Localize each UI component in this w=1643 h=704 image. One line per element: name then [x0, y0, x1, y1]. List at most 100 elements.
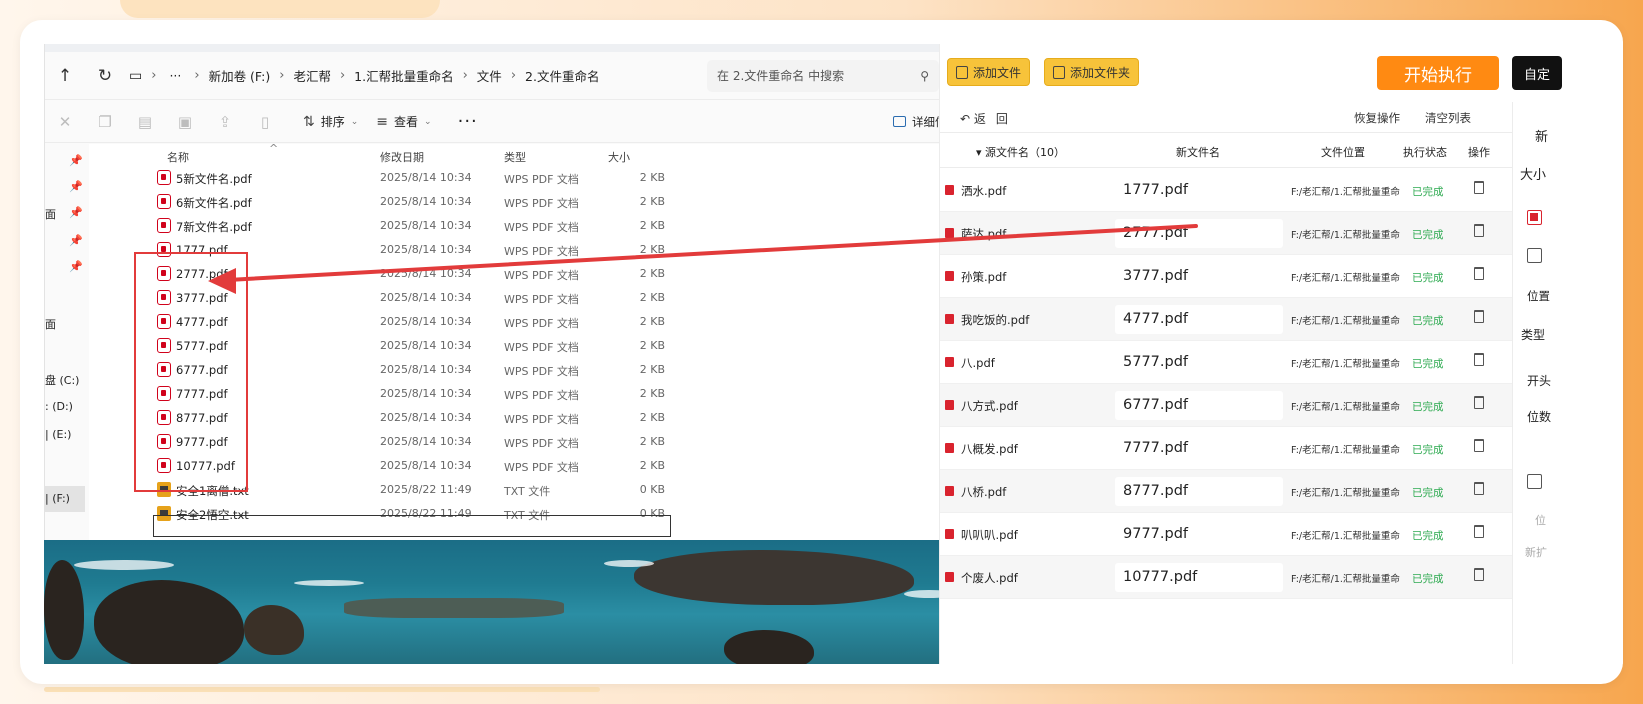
new-file-name-input[interactable]: 4777.pdf [1115, 305, 1283, 334]
file-row[interactable]: 5新文件名.pdf 2025/8/14 10:34 WPS PDF 文档 2 KB [89, 166, 979, 190]
new-file-name-input[interactable]: 6777.pdf [1115, 391, 1283, 420]
column-header-size[interactable]: 大小 [608, 149, 630, 165]
trash-icon[interactable] [1474, 439, 1484, 452]
source-file-name: 洒水.pdf [961, 184, 1007, 198]
breadcrumb-item[interactable]: 老汇帮 [293, 66, 331, 85]
file-row[interactable]: 6新文件名.pdf 2025/8/14 10:34 WPS PDF 文档 2 KB [89, 190, 979, 214]
custom-button[interactable]: 自定 [1512, 56, 1562, 90]
share-icon[interactable]: ⇪ [205, 113, 245, 131]
add-files-button[interactable]: 添加文件 [947, 58, 1031, 86]
rename-row[interactable]: 洒水.pdf 1777.pdf F:/老汇帮/1.汇帮批量重命 已完成 [940, 169, 1512, 212]
sort-caret-icon: ^ [269, 142, 279, 155]
breadcrumb-overflow[interactable]: ··· [169, 68, 181, 83]
side-checkbox[interactable] [1527, 248, 1542, 263]
copy-icon[interactable]: ❐ [85, 113, 125, 131]
file-row[interactable]: 7新文件名.pdf 2025/8/14 10:34 WPS PDF 文档 2 KB [89, 214, 979, 238]
source-file-name: 叭叭叭.pdf [961, 528, 1018, 542]
new-file-name-input[interactable]: 3777.pdf [1115, 262, 1283, 291]
pdf-file-icon [945, 486, 954, 496]
selected-row-outline [153, 515, 671, 537]
file-size: 2 KB [639, 363, 665, 376]
trash-icon[interactable] [1474, 568, 1484, 581]
file-path: F:/老汇帮/1.汇帮批量重命 [1291, 359, 1400, 370]
cut-icon[interactable]: ✕ [45, 113, 85, 131]
delete-icon[interactable]: ▯ [245, 113, 285, 131]
refresh-icon[interactable]: ↻ [85, 66, 125, 86]
file-type: WPS PDF 文档 [504, 245, 579, 258]
side-checkbox[interactable] [1527, 474, 1542, 489]
clear-list-button[interactable]: 清空列表 [1425, 110, 1471, 126]
breadcrumb[interactable]: ▭ › ··· › 新加卷 (F:) › 老汇帮 › 1.汇帮批量重命名 › 文… [129, 59, 695, 93]
source-file-name: 八桥.pdf [961, 485, 1007, 499]
rename-row[interactable]: 叭叭叭.pdf 9777.pdf F:/老汇帮/1.汇帮批量重命 已完成 [940, 513, 1512, 556]
explorer-toolbar: ✕ ❐ ▤ ▣ ⇪ ▯ ⇅ 排序 ⌄ ≡ 查看 ⌄ ··· 详细信息 [45, 101, 979, 143]
sidebar-item-drive-d[interactable]: : (D:) [45, 400, 73, 413]
rename-row[interactable]: 八方式.pdf 6777.pdf F:/老汇帮/1.汇帮批量重命 已完成 [940, 384, 1512, 427]
rename-row[interactable]: 八概发.pdf 7777.pdf F:/老汇帮/1.汇帮批量重命 已完成 [940, 427, 1512, 470]
file-size: 2 KB [639, 195, 665, 208]
sidebar-item[interactable]: 面 [45, 316, 56, 332]
new-file-name-input[interactable]: 1777.pdf [1115, 176, 1283, 205]
rename-row[interactable]: 八.pdf 5777.pdf F:/老汇帮/1.汇帮批量重命 已完成 [940, 341, 1512, 384]
sidebar-item-drive-f[interactable]: | (F:) [45, 486, 85, 512]
search-input[interactable]: 在 2.文件重命名 中搜索 ⚲ [707, 59, 939, 92]
chevron-right-icon: › [462, 68, 468, 83]
redo-button[interactable]: 回 [996, 110, 1008, 127]
file-date: 2025/8/14 10:34 [380, 291, 472, 304]
trash-icon[interactable] [1474, 353, 1484, 366]
trash-icon[interactable] [1474, 310, 1484, 323]
start-execute-button[interactable]: 开始执行 [1377, 56, 1499, 90]
breadcrumb-item[interactable]: 文件 [477, 66, 502, 85]
rename-row[interactable]: 个废人.pdf 10777.pdf F:/老汇帮/1.汇帮批量重命 已完成 [940, 556, 1512, 599]
trash-icon[interactable] [1474, 267, 1484, 280]
more-options-button[interactable]: ··· [458, 111, 478, 132]
status-badge: 已完成 [1412, 401, 1444, 413]
pin-icon[interactable]: 📌 [69, 154, 83, 167]
rename-row[interactable]: 八桥.pdf 8777.pdf F:/老汇帮/1.汇帮批量重命 已完成 [940, 470, 1512, 513]
pin-icon[interactable]: 📌 [69, 180, 83, 193]
new-file-name-input[interactable]: 7777.pdf [1115, 434, 1283, 463]
new-file-name-input[interactable]: 9777.pdf [1115, 520, 1283, 549]
side-hint: 位 [1535, 514, 1546, 527]
new-file-name-input[interactable]: 2777.pdf [1115, 219, 1283, 248]
breadcrumb-item[interactable]: 新加卷 (F:) [209, 66, 271, 85]
column-header-type[interactable]: 类型 [504, 149, 526, 165]
add-folder-button[interactable]: 添加文件夹 [1044, 58, 1140, 86]
new-file-name-input[interactable]: 5777.pdf [1115, 348, 1283, 377]
rename-row[interactable]: 我吃饭的.pdf 4777.pdf F:/老汇帮/1.汇帮批量重命 已完成 [940, 298, 1512, 341]
pin-icon[interactable]: 📌 [69, 260, 83, 273]
rename-row[interactable]: 孙策.pdf 3777.pdf F:/老汇帮/1.汇帮批量重命 已完成 [940, 255, 1512, 298]
column-header-name[interactable]: 名称 [167, 149, 189, 165]
breadcrumb-item[interactable]: 2.文件重命名 [525, 66, 599, 85]
trash-icon[interactable] [1474, 224, 1484, 237]
column-status: 执行状态 [1403, 146, 1447, 159]
trash-icon[interactable] [1474, 396, 1484, 409]
restore-button[interactable]: 恢复操作 [1354, 110, 1400, 126]
up-arrow-icon[interactable]: ↑ [45, 66, 85, 86]
rename-icon[interactable]: ▣ [165, 113, 205, 131]
new-file-name-input[interactable]: 8777.pdf [1115, 477, 1283, 506]
breadcrumb-item[interactable]: 1.汇帮批量重命名 [354, 66, 453, 85]
paste-icon[interactable]: ▤ [125, 113, 165, 131]
sidebar-item[interactable]: 面 [45, 206, 56, 222]
sidebar-item-drive-e[interactable]: | (E:) [45, 428, 71, 441]
trash-icon[interactable] [1474, 525, 1484, 538]
sort-button[interactable]: ⇅ 排序 ⌄ [303, 113, 358, 130]
search-icon: ⚲ [920, 68, 929, 83]
column-header-date[interactable]: 修改日期 [380, 149, 424, 165]
rename-row[interactable]: 萨达.pdf 2777.pdf F:/老汇帮/1.汇帮批量重命 已完成 [940, 212, 1512, 255]
file-date: 2025/8/14 10:34 [380, 339, 472, 352]
file-name: 7新文件名.pdf [176, 220, 252, 234]
file-size: 2 KB [639, 315, 665, 328]
trash-icon[interactable] [1474, 482, 1484, 495]
trash-icon[interactable] [1474, 181, 1484, 194]
undo-button[interactable]: ↶ 返 [960, 110, 986, 127]
side-checkbox-checked[interactable] [1527, 210, 1542, 225]
pin-icon[interactable]: 📌 [69, 234, 83, 247]
file-path: F:/老汇帮/1.汇帮批量重命 [1291, 445, 1400, 456]
new-file-name-input[interactable]: 10777.pdf [1115, 563, 1283, 592]
column-source-name[interactable]: ▾ 源文件名（10） [976, 144, 1065, 160]
pin-icon[interactable]: 📌 [69, 206, 83, 219]
view-button[interactable]: ≡ 查看 ⌄ [376, 113, 431, 130]
sidebar-item-drive-c[interactable]: 盘 (C:) [45, 372, 79, 388]
